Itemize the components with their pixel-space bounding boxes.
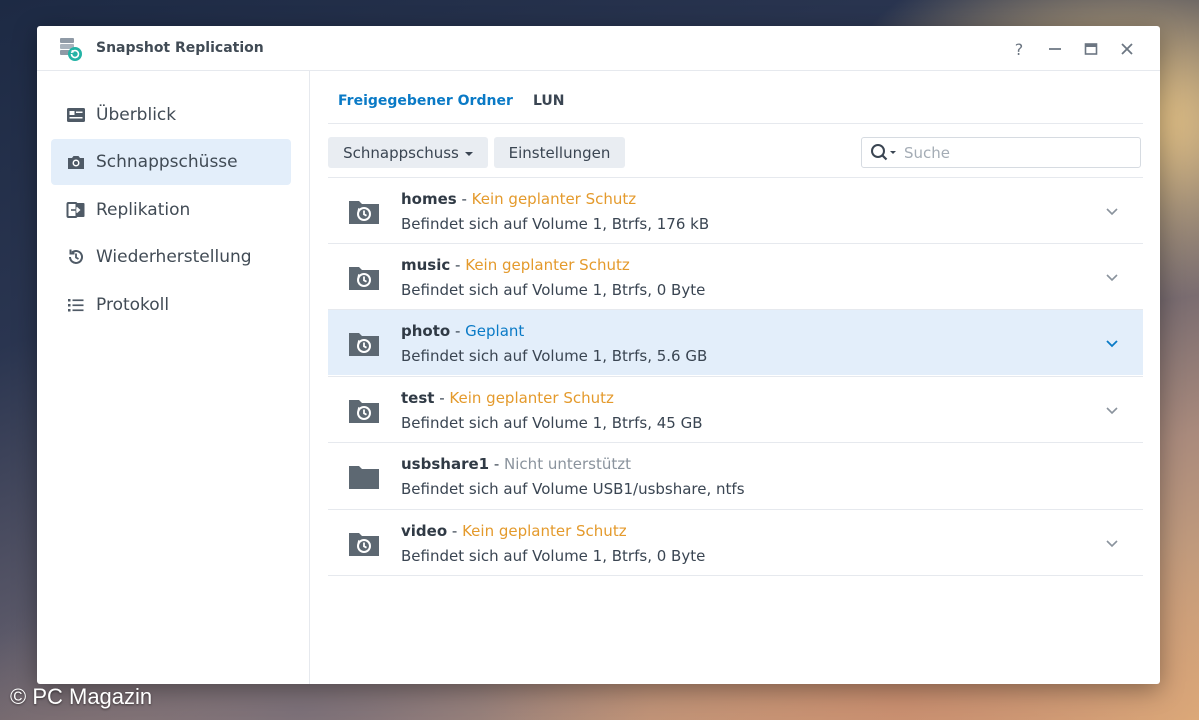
log-list-icon (66, 295, 86, 315)
sidebar-item-label: Protokoll (96, 295, 170, 315)
sidebar-item-snapshots[interactable]: Schnappschüsse (51, 139, 291, 185)
folder-name: photo (401, 322, 451, 340)
help-icon: ? (1014, 39, 1024, 59)
settings-button[interactable]: Einstellungen (494, 137, 625, 168)
status-text: Kein geplanter Schutz (449, 389, 614, 407)
folder-location: Befindet sich auf Volume USB1/usbshare, … (401, 480, 745, 498)
chevron-down-icon[interactable] (1105, 204, 1119, 218)
sidebar-item-label: Replikation (96, 200, 191, 220)
status-text: Kein geplanter Schutz (462, 522, 627, 540)
chevron-down-icon[interactable] (1105, 403, 1119, 417)
snapshot-folder-icon (349, 201, 379, 224)
folder-title: usbshare1 - Nicht unterstützt (401, 455, 631, 473)
folder-location: Befindet sich auf Volume 1, Btrfs, 0 Byt… (401, 281, 706, 299)
folder-title: test - Kein geplanter Schutz (401, 389, 614, 407)
separator: - (447, 522, 463, 540)
folder-row-homes[interactable]: homes - Kein geplanter Schutz Befindet s… (328, 177, 1143, 243)
tab-bar: Freigegebener Ordner LUN (328, 71, 1143, 124)
folder-location: Befindet sich auf Volume 1, Btrfs, 0 Byt… (401, 547, 706, 565)
snapshot-folder-icon (349, 267, 379, 290)
help-button[interactable]: ? (1008, 38, 1030, 60)
folder-name: video (401, 522, 448, 540)
folder-location: Befindet sich auf Volume 1, Btrfs, 5.6 G… (401, 347, 708, 365)
sidebar-item-replication[interactable]: Replikation (51, 187, 291, 233)
close-button[interactable] (1116, 38, 1138, 60)
window-title: Snapshot Replication (96, 40, 264, 56)
folder-row-video[interactable]: video - Kein geplanter Schutz Befindet s… (328, 509, 1143, 575)
folder-name: homes (401, 190, 457, 208)
folder-name: music (401, 256, 451, 274)
status-text: Kein geplanter Schutz (465, 256, 630, 274)
snapshot-button-label: Schnappschuss (343, 143, 459, 162)
search-box (861, 137, 1141, 168)
folder-title: music - Kein geplanter Schutz (401, 256, 630, 274)
main-panel: Freigegebener Ordner LUN Schnappschuss E… (311, 71, 1160, 684)
snapshot-dropdown-button[interactable]: Schnappschuss (328, 137, 488, 168)
title-bar: Snapshot Replication ? (37, 26, 1160, 71)
search-input[interactable] (904, 143, 1124, 162)
separator: - (450, 322, 466, 340)
minimize-icon (1049, 48, 1061, 50)
copyright-watermark: © PC Magazin (10, 684, 153, 709)
minimize-button[interactable] (1044, 38, 1066, 60)
snapshot-replication-app-icon (60, 38, 82, 61)
sidebar-item-overview[interactable]: Überblick (51, 92, 291, 138)
folder-name: test (401, 389, 435, 407)
status-text: Kein geplanter Schutz (471, 190, 637, 208)
separator: - (450, 256, 466, 274)
chevron-down-icon[interactable] (1105, 336, 1119, 350)
search-icon[interactable] (870, 143, 904, 163)
sidebar: Überblick Schnappschüsse Replikation Wie… (37, 71, 310, 684)
toolbar: Schnappschuss Einstellungen (328, 137, 1143, 169)
sidebar-item-label: Überblick (96, 105, 177, 125)
folder-title: photo - Geplant (401, 322, 524, 340)
tab-shared-folder[interactable]: Freigegebener Ordner (338, 93, 513, 109)
list-divider (328, 575, 1143, 576)
folder-row-music[interactable]: music - Kein geplanter Schutz Befindet s… (328, 243, 1143, 309)
plain-folder-icon (349, 466, 379, 489)
folder-location: Befindet sich auf Volume 1, Btrfs, 176 k… (401, 215, 710, 233)
replication-icon (66, 200, 86, 220)
tab-lun[interactable]: LUN (533, 93, 565, 109)
separator: - (434, 389, 450, 407)
folder-row-photo[interactable]: photo - Geplant Befindet sich auf Volume… (328, 309, 1143, 375)
sidebar-item-log[interactable]: Protokoll (51, 282, 291, 328)
close-icon (1121, 43, 1133, 55)
restore-icon (66, 247, 86, 267)
snapshot-folder-icon (349, 333, 379, 356)
folder-title: video - Kein geplanter Schutz (401, 522, 627, 540)
chevron-down-icon[interactable] (1105, 536, 1119, 550)
chevron-down-icon[interactable] (1105, 270, 1119, 284)
sidebar-item-label: Wiederherstellung (96, 247, 252, 267)
folder-title: homes - Kein geplanter Schutz (401, 190, 636, 208)
snapshot-folder-icon (349, 400, 379, 423)
app-window: Snapshot Replication ? Überblick Schnapp… (37, 26, 1160, 684)
overview-icon (66, 105, 86, 125)
sidebar-item-restore[interactable]: Wiederherstellung (51, 234, 291, 280)
folder-row-usbshare1[interactable]: usbshare1 - Nicht unterstützt Befindet s… (328, 442, 1143, 508)
folder-name: usbshare1 (401, 455, 490, 473)
sidebar-item-label: Schnappschüsse (96, 152, 238, 172)
maximize-button[interactable] (1080, 38, 1102, 60)
camera-icon (66, 152, 86, 172)
status-text: Geplant (465, 322, 525, 340)
snapshot-folder-icon (349, 533, 379, 556)
folder-row-test[interactable]: test - Kein geplanter Schutz Befindet si… (328, 376, 1143, 442)
separator: - (489, 455, 505, 473)
maximize-icon (1084, 43, 1098, 55)
separator: - (456, 190, 472, 208)
folder-location: Befindet sich auf Volume 1, Btrfs, 45 GB (401, 414, 703, 432)
status-text: Nicht unterstützt (504, 455, 631, 473)
caret-down-icon (464, 151, 473, 156)
